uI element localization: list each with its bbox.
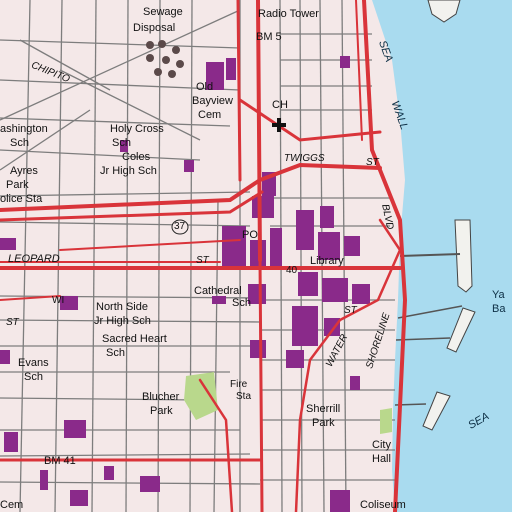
label-water-st-suffix: ST xyxy=(344,305,357,316)
label-ch: CH xyxy=(272,99,288,111)
label-coliseum: Coliseum xyxy=(360,499,406,511)
label-city-hall: Hall xyxy=(372,453,391,465)
label-north-side: North Side xyxy=(96,301,148,313)
label-sacred-heart-sch: Sch xyxy=(106,347,125,359)
label-holy-cross: Holy Cross xyxy=(110,123,164,135)
label-po: PO xyxy=(242,229,258,241)
label-cathedral: Cathedral xyxy=(194,285,242,297)
label-bm41: BM 41 xyxy=(44,455,76,467)
label-old: Old xyxy=(196,81,214,93)
label-blucher-park: Park xyxy=(150,405,173,417)
label-sherrill-park: Park xyxy=(312,417,335,429)
label-sacred-heart: Sacred Heart xyxy=(102,333,167,345)
label-cathedral-sch: Sch xyxy=(232,297,251,309)
label-leopard-st-suffix: ST xyxy=(196,255,209,266)
label-ya: Ya xyxy=(492,289,505,301)
label-st-left: ST xyxy=(6,317,19,328)
route-37-label: 37 xyxy=(174,221,186,232)
label-evans: Evans xyxy=(18,357,49,369)
label-police-sta: olice Sta xyxy=(0,193,43,205)
label-city: City xyxy=(372,439,391,451)
label-ba: Ba xyxy=(492,303,506,315)
label-jr-high-sch-2: Jr High Sch xyxy=(94,315,151,327)
map-canvas xyxy=(0,0,512,512)
label-washington: ashington xyxy=(0,123,48,135)
topographic-map: Sewage Disposal Radio Tower BM 5 CHIPITO… xyxy=(0,0,512,512)
label-library: Library xyxy=(310,255,344,267)
label-sewage: Sewage xyxy=(143,6,183,18)
label-fire-sta: Sta xyxy=(236,391,252,402)
blucher-park-area xyxy=(184,372,218,420)
label-bayview: Bayview xyxy=(192,95,233,107)
bay-water xyxy=(372,0,512,512)
pier-north xyxy=(454,219,473,293)
label-fire: Fire xyxy=(230,379,248,390)
label-cem: Cem xyxy=(198,109,222,121)
label-washington-sch: Sch xyxy=(10,137,29,149)
label-holy-cross-sch: Sch xyxy=(112,137,131,149)
route-40-label: 40 xyxy=(286,265,298,276)
label-bm5: BM 5 xyxy=(256,31,282,43)
label-coles: Coles xyxy=(122,151,151,163)
label-leopard-st: LEOPARD xyxy=(8,253,60,265)
label-jr-high-sch: Jr High Sch xyxy=(100,165,157,177)
label-twiggs-st: TWIGGS xyxy=(284,153,325,164)
label-radio-tower: Radio Tower xyxy=(258,8,319,20)
park-green-2 xyxy=(380,408,392,434)
label-wi: WI xyxy=(52,295,65,306)
label-ayres-park: Park xyxy=(6,179,29,191)
label-ayres: Ayres xyxy=(10,165,38,177)
label-sherrill: Sherrill xyxy=(306,403,341,415)
label-disposal: Disposal xyxy=(133,22,176,34)
label-blucher: Blucher xyxy=(142,391,180,403)
label-cem-2: Cem xyxy=(0,499,24,511)
label-evans-sch: Sch xyxy=(24,371,43,383)
label-twiggs-st-suffix: ST xyxy=(366,157,379,168)
